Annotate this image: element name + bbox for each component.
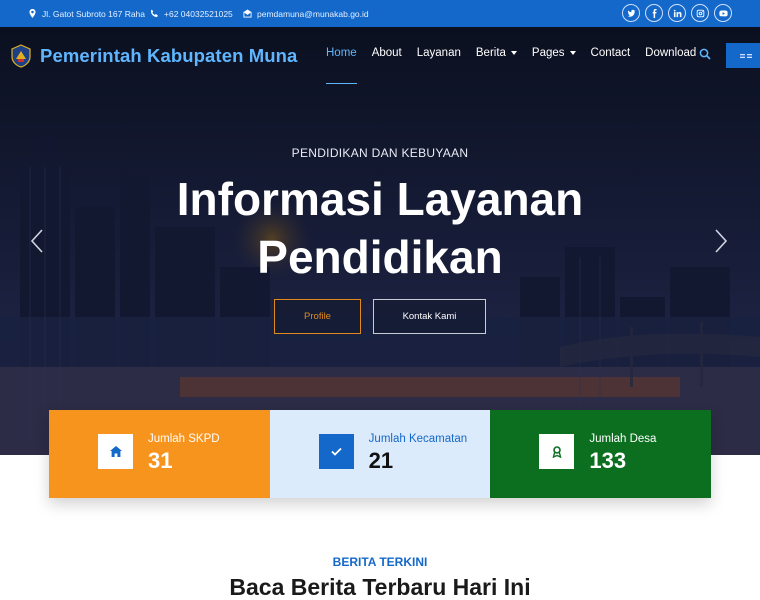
phone-info: +62 04032521025 [150,0,233,27]
hero-headline-line2: Pendidikan [257,231,503,283]
stat-label: Jumlah Desa [589,433,657,445]
nav-berita-label: Berita [475,47,506,59]
profile-button[interactable]: Profile [274,299,361,334]
contact-button[interactable]: Kontak Kami [373,299,486,334]
chevron-down-icon [569,51,576,55]
site-brand[interactable]: Pemerintah Kabupaten Muna [10,44,297,68]
stat-card-skpd: Jumlah SKPD 31 [49,410,270,498]
nav-contact[interactable]: Contact [591,47,631,59]
youtube-icon[interactable] [714,4,732,22]
stats-cards: Jumlah SKPD 31 Jumlah Kecamatan 21 Jumla… [49,410,712,498]
nav-berita[interactable]: Berita [476,47,517,59]
stat-value: 31 [148,448,173,473]
nav-layanan[interactable]: Layanan [417,47,461,59]
search-icon[interactable] [699,48,711,60]
nav-layanan-label: Layanan [416,47,461,59]
nav-download-label: Download [645,47,697,59]
top-info-bar: Jl. Gatot Subroto 167 Raha +62 040325210… [0,0,760,27]
menu-toggle-button[interactable] [726,43,760,68]
main-navigation: Home About Layanan Berita Pages Contact … [326,47,711,84]
social-links [622,4,732,22]
stat-card-kecamatan: Jumlah Kecamatan 21 [269,410,491,498]
home-icon [98,434,133,469]
phone-text: +62 04032521025 [164,8,233,19]
chevron-down-icon [510,51,517,55]
stat-value: 21 [368,448,394,473]
hero-subtitle: PENDIDIKAN DAN KEBUYAAN [291,146,469,160]
nav-contact-label: Contact [590,47,631,59]
nav-about[interactable]: About [372,47,402,59]
hero-headline-line1: Informasi Layanan [176,173,584,225]
linkedin-icon[interactable] [668,4,686,22]
hero-headline: Informasi Layanan Pendidikan [0,170,760,286]
nav-about-label: About [371,47,402,59]
email-info: pemdamuna@munakab.go.id [243,0,369,27]
kabupaten-muna-logo [11,44,31,68]
menu-icon [740,53,752,58]
twitter-icon[interactable] [622,4,640,22]
nav-download[interactable]: Download [645,47,696,59]
location-pin-icon [29,9,36,18]
stat-value: 133 [589,448,627,473]
news-kicker: BERITA TERKINI [332,555,428,569]
address-info: Jl. Gatot Subroto 167 Raha [28,0,145,27]
envelope-open-icon [243,9,252,18]
news-section-title: Baca Berita Terbaru Hari Ini [229,574,531,600]
address-text: Jl. Gatot Subroto 167 Raha [42,8,146,19]
nav-home[interactable]: Home [326,47,357,84]
facebook-icon[interactable] [645,4,663,22]
nav-pages-label: Pages [531,47,565,59]
phone-icon [150,9,158,18]
stat-card-desa: Jumlah Desa 133 [490,410,712,498]
instagram-icon[interactable] [691,4,709,22]
check-icon [318,434,354,469]
nav-pages[interactable]: Pages [532,47,576,59]
stat-label: Jumlah Kecamatan [368,433,468,445]
award-icon [539,434,575,469]
email-text: pemdamuna@munakab.go.id [257,8,369,19]
brand-name: Pemerintah Kabupaten Muna [40,45,298,66]
nav-home-label: Home [326,47,357,59]
stat-label: Jumlah SKPD [148,433,220,445]
